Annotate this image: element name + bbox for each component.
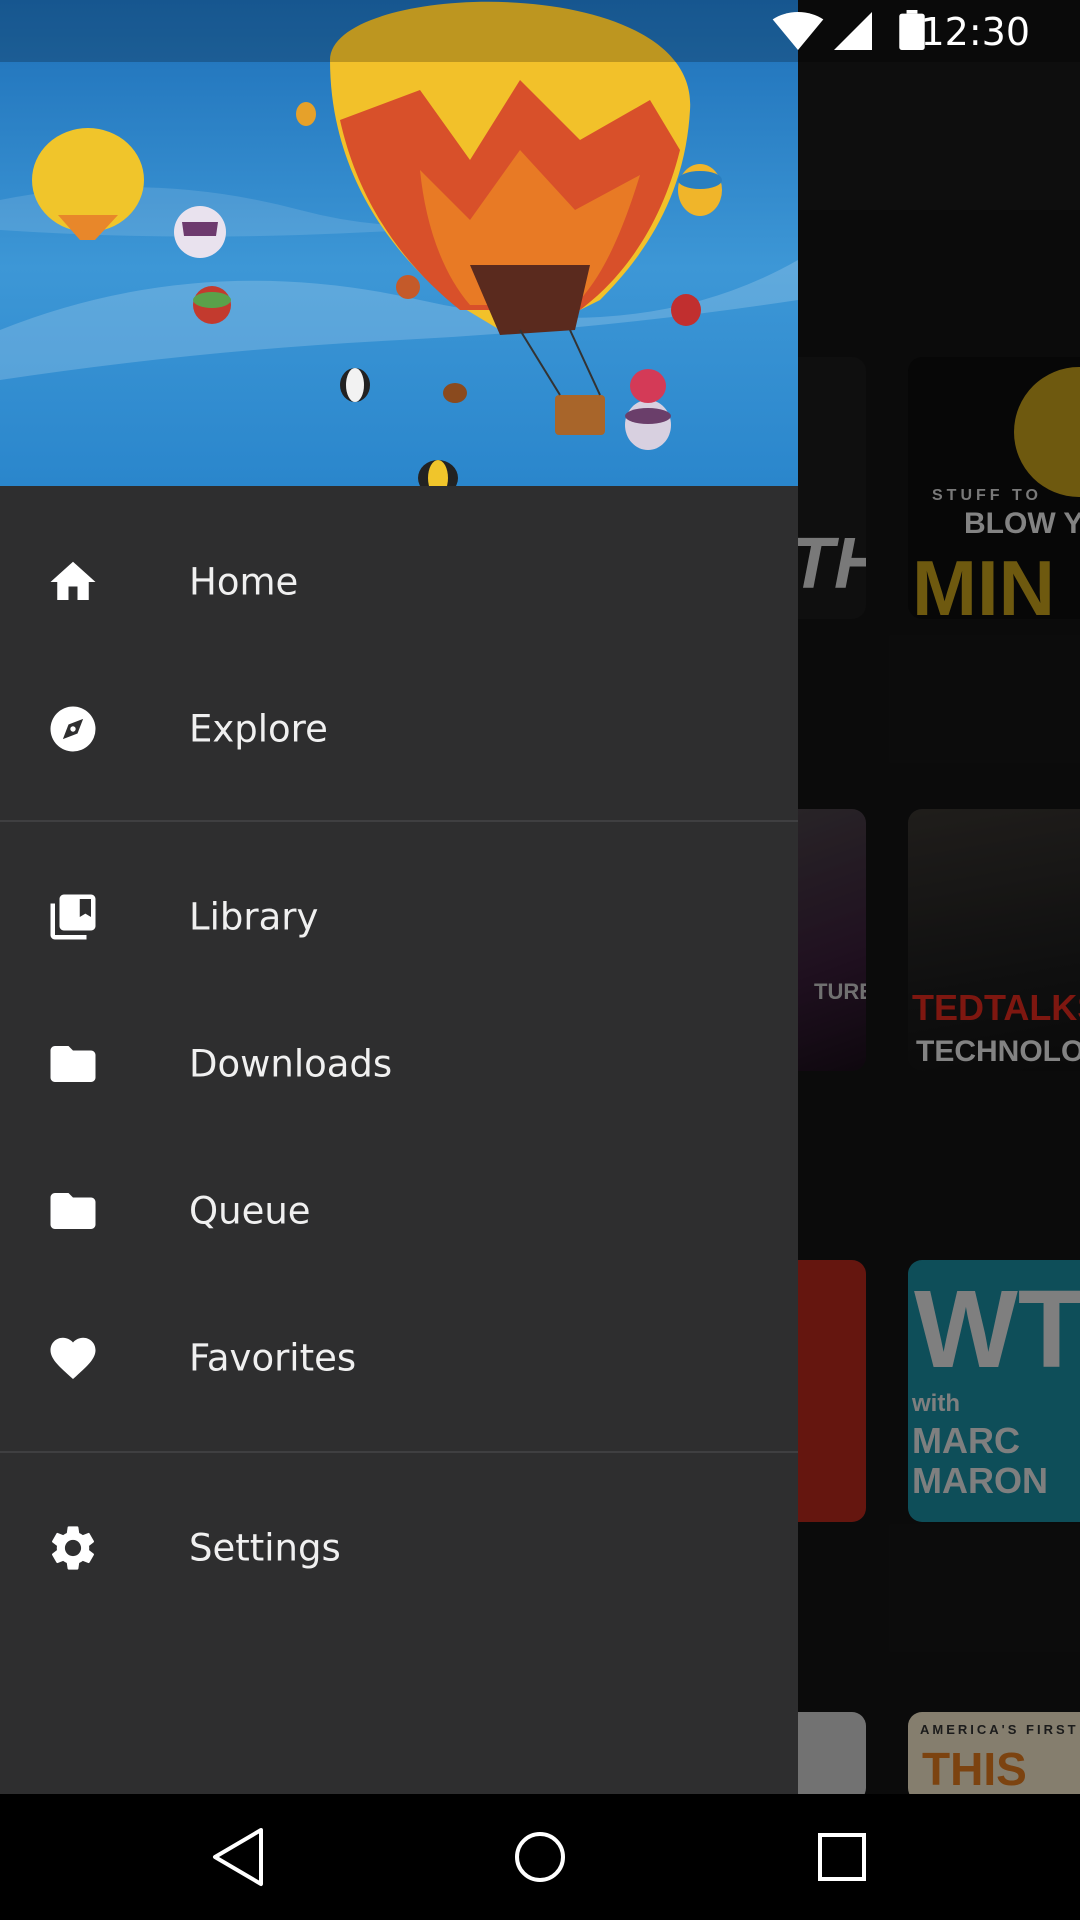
folder-icon: [46, 1184, 100, 1238]
system-navigation-bar: [0, 1794, 1080, 1920]
home-icon: [46, 555, 100, 609]
drawer-item-label: Queue: [189, 1189, 311, 1232]
drawer-item-home[interactable]: Home: [0, 508, 798, 655]
status-bar: 12:30: [0, 0, 1080, 62]
cellular-signal-icon: [832, 12, 874, 55]
drawer-item-favorites[interactable]: Favorites: [0, 1284, 798, 1431]
drawer-item-queue[interactable]: Queue: [0, 1137, 798, 1284]
drawer-item-label: Library: [189, 895, 319, 938]
drawer-item-label: Settings: [189, 1526, 341, 1569]
drawer-item-label: Favorites: [189, 1336, 357, 1379]
drawer-item-label: Explore: [189, 707, 328, 750]
back-icon[interactable]: [203, 1822, 273, 1892]
heart-icon: [46, 1331, 100, 1385]
drawer-item-settings[interactable]: Settings: [0, 1474, 798, 1621]
drawer-header-image: [0, 0, 798, 486]
status-time: 12:30: [920, 10, 1030, 54]
drawer-item-downloads[interactable]: Downloads: [0, 990, 798, 1137]
compass-icon: [46, 702, 100, 756]
drawer-item-library[interactable]: Library: [0, 843, 798, 990]
drawer-item-label: Home: [189, 560, 299, 603]
wifi-icon: [770, 12, 826, 55]
screen: TH STUFF TO BLOW Y MIN TURE TEDTALKS TEC…: [0, 0, 1080, 1920]
gear-icon: [46, 1521, 100, 1575]
home-circle-icon[interactable]: [505, 1822, 575, 1892]
drawer-item-label: Downloads: [189, 1042, 393, 1085]
drawer-divider: [0, 820, 798, 822]
recents-icon[interactable]: [807, 1822, 877, 1892]
library-icon: [46, 890, 100, 944]
folder-icon: [46, 1037, 100, 1091]
navigation-drawer: Home Explore Library Downloads Queue Fav…: [0, 0, 798, 1794]
drawer-divider: [0, 1451, 798, 1453]
drawer-item-explore[interactable]: Explore: [0, 655, 798, 802]
